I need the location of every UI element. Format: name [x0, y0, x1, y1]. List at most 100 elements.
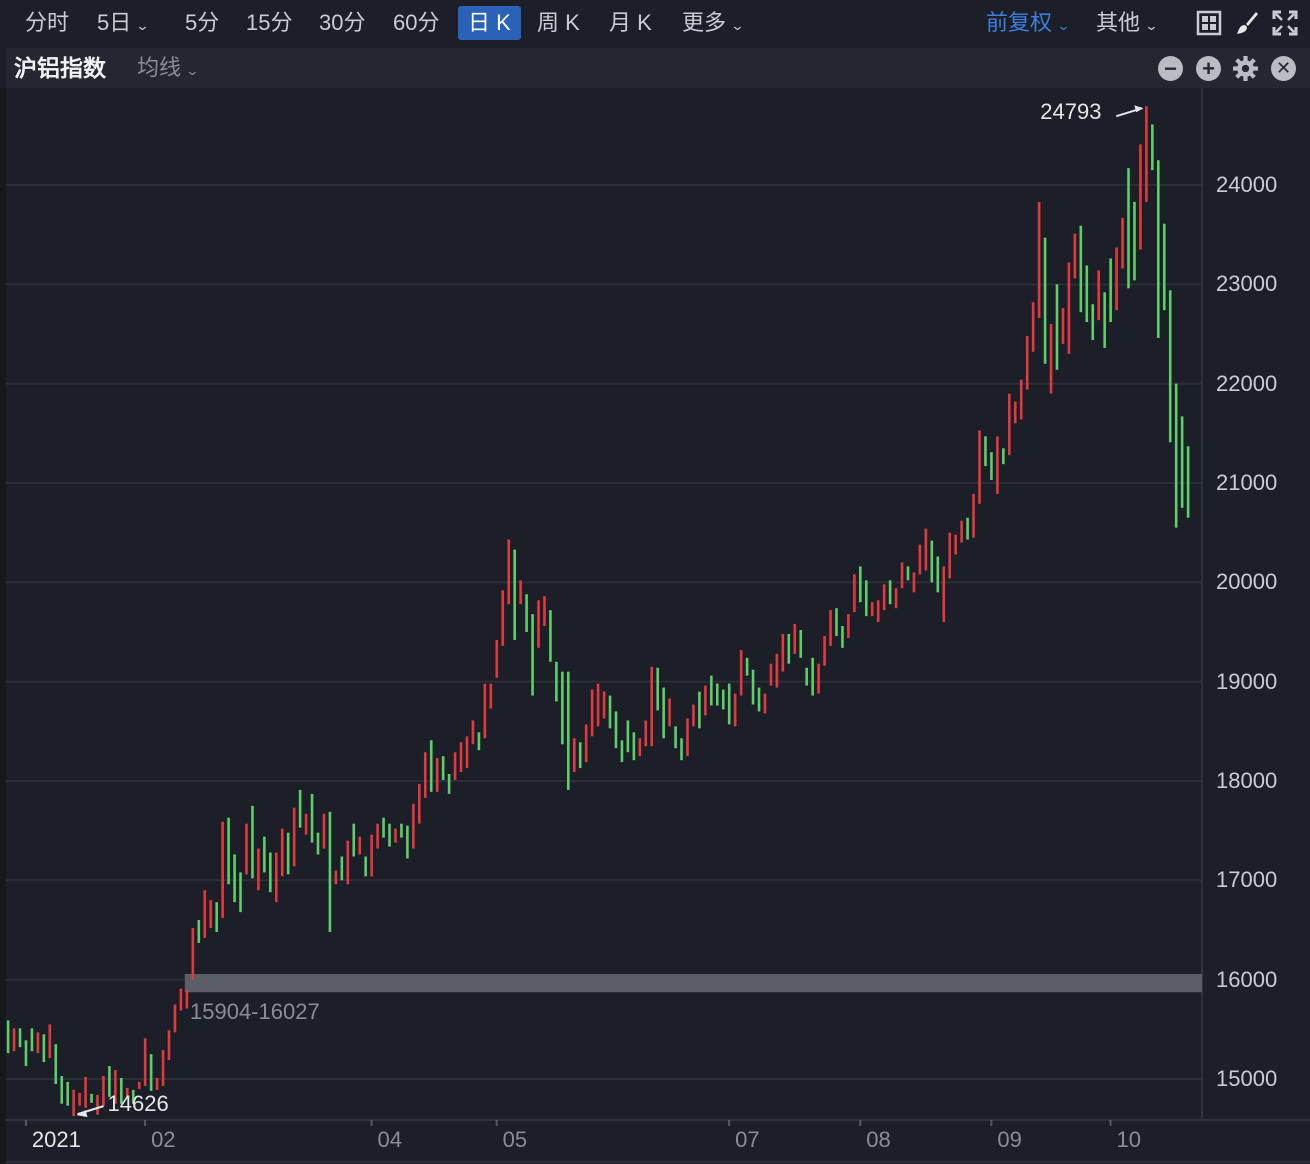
max-price-annotation: 24793 — [1040, 99, 1102, 125]
candle-down — [984, 436, 987, 467]
candle-down — [1151, 124, 1154, 171]
candle-down — [757, 687, 761, 712]
settings-icon[interactable] — [1233, 56, 1258, 81]
candle-down — [841, 626, 844, 648]
adjust-label: 前复权 — [986, 10, 1053, 35]
candle-up — [1008, 393, 1011, 456]
candle-down — [406, 825, 409, 859]
candle-up — [733, 693, 737, 727]
candle-up — [412, 803, 415, 849]
candle-up — [257, 848, 260, 891]
candle-down — [578, 742, 582, 769]
candle-up — [1049, 324, 1053, 394]
candle-up — [704, 685, 707, 716]
candle-up — [847, 614, 850, 638]
candle-down — [608, 695, 612, 729]
zoom-in-icon[interactable]: + — [1196, 56, 1221, 81]
candle-up — [519, 580, 522, 605]
candle-down — [149, 1054, 153, 1091]
more-periods-dropdown[interactable]: 更多 ⌄ — [678, 6, 747, 40]
candle-up — [185, 990, 189, 1009]
candle-up — [245, 823, 248, 875]
candle-up — [137, 1081, 141, 1089]
candle-down — [316, 832, 320, 855]
candle-down — [674, 726, 677, 749]
other-dropdown[interactable]: 其他 ⌄ — [1092, 6, 1161, 40]
candle-down — [721, 689, 725, 710]
candle-up — [394, 828, 397, 843]
candle-up — [48, 1024, 52, 1059]
tab-5min[interactable]: 5分 — [181, 6, 223, 40]
candle-down — [233, 854, 236, 903]
indicator-dropdown[interactable]: 均线 ⌄ — [137, 52, 200, 87]
candle-up — [489, 683, 493, 709]
tab-30min[interactable]: 30分 — [315, 6, 369, 40]
candle-up — [1031, 302, 1035, 352]
candle-up — [507, 539, 511, 605]
adjust-dropdown[interactable]: 前复权 ⌄ — [982, 6, 1073, 40]
candle-down — [340, 856, 344, 881]
candle-up — [793, 624, 797, 654]
period-toolbar: 分时 5日 ⌄ 5分 15分 30分 60分 日 K 周 K 月 K 更多 ⌄ 前复… — [0, 0, 1310, 46]
candle-down — [66, 1081, 69, 1106]
candle-up — [942, 566, 946, 623]
candle-down — [1174, 383, 1178, 528]
candle-down — [1157, 160, 1160, 338]
candle-up — [912, 572, 916, 593]
candle-down — [429, 740, 433, 792]
tab-60min[interactable]: 60分 — [389, 6, 443, 40]
candle-up — [954, 534, 957, 555]
candle-down — [614, 711, 618, 749]
candle-down — [447, 774, 451, 794]
candle-up — [418, 783, 421, 824]
candle-up — [596, 683, 600, 727]
candle-down — [727, 683, 731, 725]
candle-down — [620, 740, 624, 763]
candle-down — [263, 836, 266, 873]
candle-down — [18, 1028, 22, 1048]
tab-monthly-k[interactable]: 月 K — [605, 6, 656, 40]
candle-up — [471, 720, 475, 745]
candle-down — [197, 920, 201, 943]
candle-down — [859, 566, 862, 603]
fullscreen-icon[interactable] — [1272, 10, 1298, 36]
tab-daily-k[interactable]: 日 K — [458, 6, 521, 40]
zoom-out-icon[interactable]: − — [1158, 56, 1183, 81]
price-axis-label: 22000 — [1216, 370, 1278, 396]
price-axis-label: 15000 — [1216, 1065, 1278, 1091]
chevron-down-icon: ⌄ — [730, 18, 745, 33]
tab-15min[interactable]: 15分 — [242, 6, 296, 40]
candle-up — [692, 704, 695, 727]
indicator-label: 均线 — [137, 55, 182, 80]
candle-up — [650, 666, 654, 747]
tab-5day[interactable]: 5日 ⌄ — [93, 6, 152, 40]
candle-down — [328, 811, 332, 932]
candle-up — [191, 927, 195, 980]
candle-down — [1168, 290, 1172, 443]
close-icon[interactable]: ✕ — [1271, 56, 1296, 81]
candle-up — [358, 836, 362, 855]
candle-up — [763, 693, 767, 714]
candle-down — [549, 610, 552, 662]
candle-up — [817, 663, 820, 694]
date-axis-label: 04 — [377, 1127, 403, 1152]
candle-down — [745, 657, 749, 676]
candle-down — [382, 817, 385, 838]
candle-up — [495, 639, 499, 678]
candle-up — [1097, 270, 1101, 321]
price-axis-label: 24000 — [1216, 172, 1278, 197]
tab-weekly-k[interactable]: 周 K — [533, 6, 584, 40]
candle-down — [364, 856, 367, 877]
tab-intraday[interactable]: 分时 — [21, 6, 73, 40]
candle-down — [239, 872, 242, 913]
candle-down — [1162, 223, 1166, 311]
candle-up — [900, 562, 904, 589]
candle-down — [388, 823, 391, 847]
grid-layout-icon[interactable] — [1196, 10, 1222, 36]
chevron-down-icon: ⌄ — [135, 18, 150, 33]
candle-up — [870, 602, 874, 617]
candle-up — [280, 828, 284, 877]
brush-icon[interactable] — [1234, 10, 1260, 36]
candle-down — [567, 671, 570, 790]
candle-down — [811, 657, 814, 696]
